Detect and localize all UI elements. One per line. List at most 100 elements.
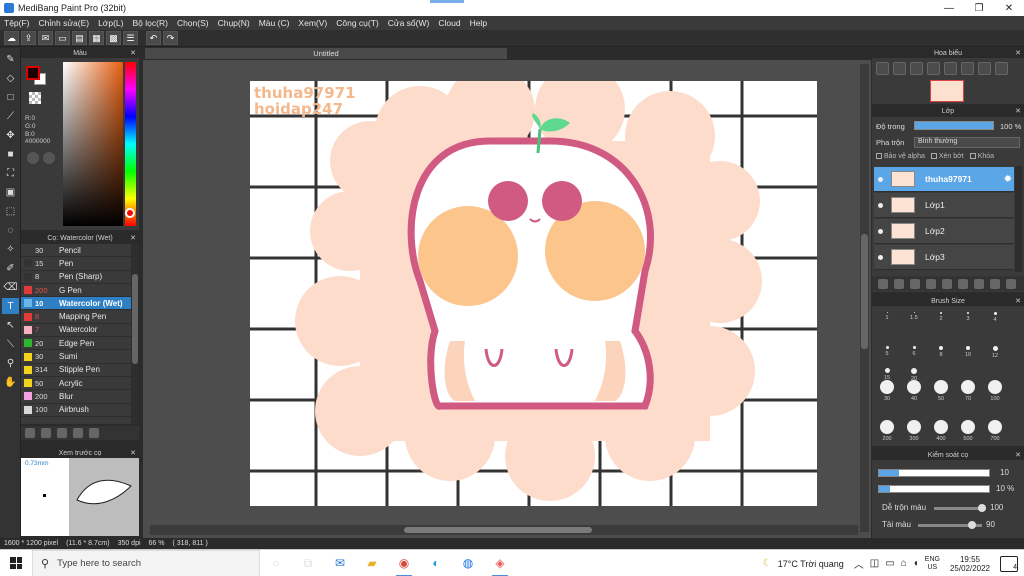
upload-icon[interactable]: ⇪ [21,31,36,45]
menu-tools[interactable]: Công cụ(T) [336,18,379,28]
cortana-icon[interactable]: ○ [260,550,292,576]
brush-panel-close[interactable]: ✕ [130,234,136,242]
brush-size-preset[interactable]: 2 [928,312,954,322]
brush-size-preset[interactable]: 3 [955,312,981,322]
menu-edit[interactable]: Chỉnh sửa(E) [39,18,90,28]
brush-tool-icon[interactable]: ✎ [2,51,19,67]
line-tool-icon[interactable]: ⟋ [2,108,19,124]
color-mix-icon[interactable] [43,152,55,164]
visibility-icon[interactable] [878,254,883,260]
lock-checkbox[interactable]: Khóa [969,153,994,160]
show-hidden-icons-icon[interactable]: ︿ [854,556,864,571]
grid-icon[interactable]: ▩ [106,31,121,45]
rotate-left-icon[interactable] [944,62,957,75]
brush-size-preset[interactable]: 200 [874,420,900,442]
menu-layer[interactable]: Lớp(L) [98,18,123,28]
menu-help[interactable]: Help [470,18,487,28]
eraser-tool-icon[interactable]: ◇ [2,70,19,86]
preview-panel-close[interactable]: ✕ [130,449,136,457]
brush-folder-icon[interactable] [73,428,83,438]
menu-file[interactable]: Tệp(F) [4,18,30,28]
new-8bit-layer-icon[interactable] [910,278,920,289]
palette-icon[interactable] [27,152,39,164]
visibility-icon[interactable] [878,202,883,208]
weather-text[interactable]: 17°C Trời quang [778,559,844,569]
layer-scrollbar[interactable] [1015,166,1022,272]
blend-slider[interactable] [934,504,986,512]
chat-icon[interactable]: ✉ [38,31,53,45]
brush-size-preset[interactable]: 1.5 [901,312,927,321]
zoom-out-icon[interactable] [927,62,940,75]
merge-layer-icon[interactable] [974,278,984,289]
visibility-icon[interactable] [878,228,883,234]
menu-cloud[interactable]: Cloud [438,18,460,28]
layer-settings-icon[interactable] [990,278,1000,289]
gradient-tool-icon[interactable]: ▣ [2,184,19,200]
page-icon[interactable]: ▤ [72,31,87,45]
rectangle-tool-icon[interactable]: □ [2,89,19,105]
brush-item[interactable]: 20 Edge Pen [21,337,139,351]
color-panel-close[interactable]: ✕ [130,49,136,57]
brush-size-preset[interactable]: 700 [982,420,1008,442]
transparent-swatch[interactable] [29,92,41,104]
maximize-button[interactable]: ❐ [964,0,994,16]
menu-select[interactable]: Chọn(S) [177,18,209,28]
brush-size-preset[interactable]: 300 [901,420,927,442]
menu-filter[interactable]: Bộ lọc(R) [133,18,168,28]
brush-item[interactable]: 30 Pencil [21,244,139,258]
brush-size-preset[interactable]: 8 [928,346,954,358]
task-view-icon[interactable]: ⧉ [292,550,324,576]
brush-size-slider[interactable] [878,469,990,477]
canvas-tab[interactable]: Untitled [145,48,507,59]
list-icon[interactable]: ☰ [123,31,138,45]
foreground-color-swatch[interactable] [26,66,40,80]
brush-size-preset[interactable]: 400 [928,420,954,442]
brush-size-preset[interactable]: 5 [874,346,900,357]
brush-duplicate-icon[interactable] [89,428,99,438]
brush-item[interactable]: 8 Mapping Pen [21,310,139,324]
saturation-value-picker[interactable] [63,62,123,226]
brush-item[interactable]: 10 Watercolor (Wet) [21,297,139,311]
brush-size-preset[interactable]: 10 [955,346,981,358]
select-tool-icon[interactable]: ⬚ [2,203,19,219]
menu-color[interactable]: Màu (C) [259,18,290,28]
brush-size-preset[interactable]: 30 [874,380,900,402]
brush-size-preset[interactable]: 40 [901,380,927,402]
navigator-close[interactable]: ✕ [1015,49,1021,57]
brush-list-scrollbar[interactable] [131,244,139,424]
cloud-icon[interactable]: ☁ [4,31,19,45]
chrome-icon[interactable]: ◉ [388,550,420,576]
brush-size-preset[interactable]: 50 [928,380,954,402]
rotate-right-icon[interactable] [978,62,991,75]
layer-item-lop3[interactable]: Lớp3 [874,245,1014,270]
new-halftone-layer-icon[interactable] [894,278,904,289]
duplicate-layer-icon[interactable] [958,278,968,289]
move-tool-icon[interactable]: ✥ [2,127,19,143]
divide-tool-icon[interactable]: ⟍ [2,336,19,352]
medibang-taskbar-icon[interactable]: ◈ [484,550,516,576]
brush-item[interactable]: 200 G Pen [21,284,139,298]
flip-icon[interactable] [995,62,1008,75]
new-layer-icon[interactable] [878,278,888,289]
volume-icon[interactable]: ◖ [913,558,919,569]
layer-opacity-slider[interactable] [914,121,994,130]
hue-knob[interactable] [125,208,135,218]
refill-slider[interactable] [918,521,982,529]
fit-window-icon[interactable] [961,62,974,75]
layer-folder-icon[interactable] [942,278,952,289]
layer-item-lop1[interactable]: Lớp1 [874,193,1014,218]
brush-item[interactable]: 8 Pen (Sharp) [21,271,139,284]
undo-icon[interactable]: ↶ [146,31,161,45]
blend-mode-select[interactable]: Bình thường [914,137,1020,148]
brush-copy-icon[interactable] [57,428,67,438]
hue-slider[interactable] [125,62,136,226]
taskbar-search[interactable]: ⚲ Type here to search [32,549,260,576]
brush-item[interactable]: 314 Stipple Pen [21,364,139,377]
zoom-fit-icon[interactable] [876,62,889,75]
camera-icon[interactable]: ◫ [870,558,879,569]
magic-wand-icon[interactable]: ✧ [2,241,19,257]
lasso-tool-icon[interactable]: ◌ [2,222,19,238]
canvas-horizontal-scrollbar[interactable] [150,525,858,535]
actual-size-icon[interactable] [910,62,923,75]
brush-item[interactable]: 50 Acrylic [21,377,139,391]
